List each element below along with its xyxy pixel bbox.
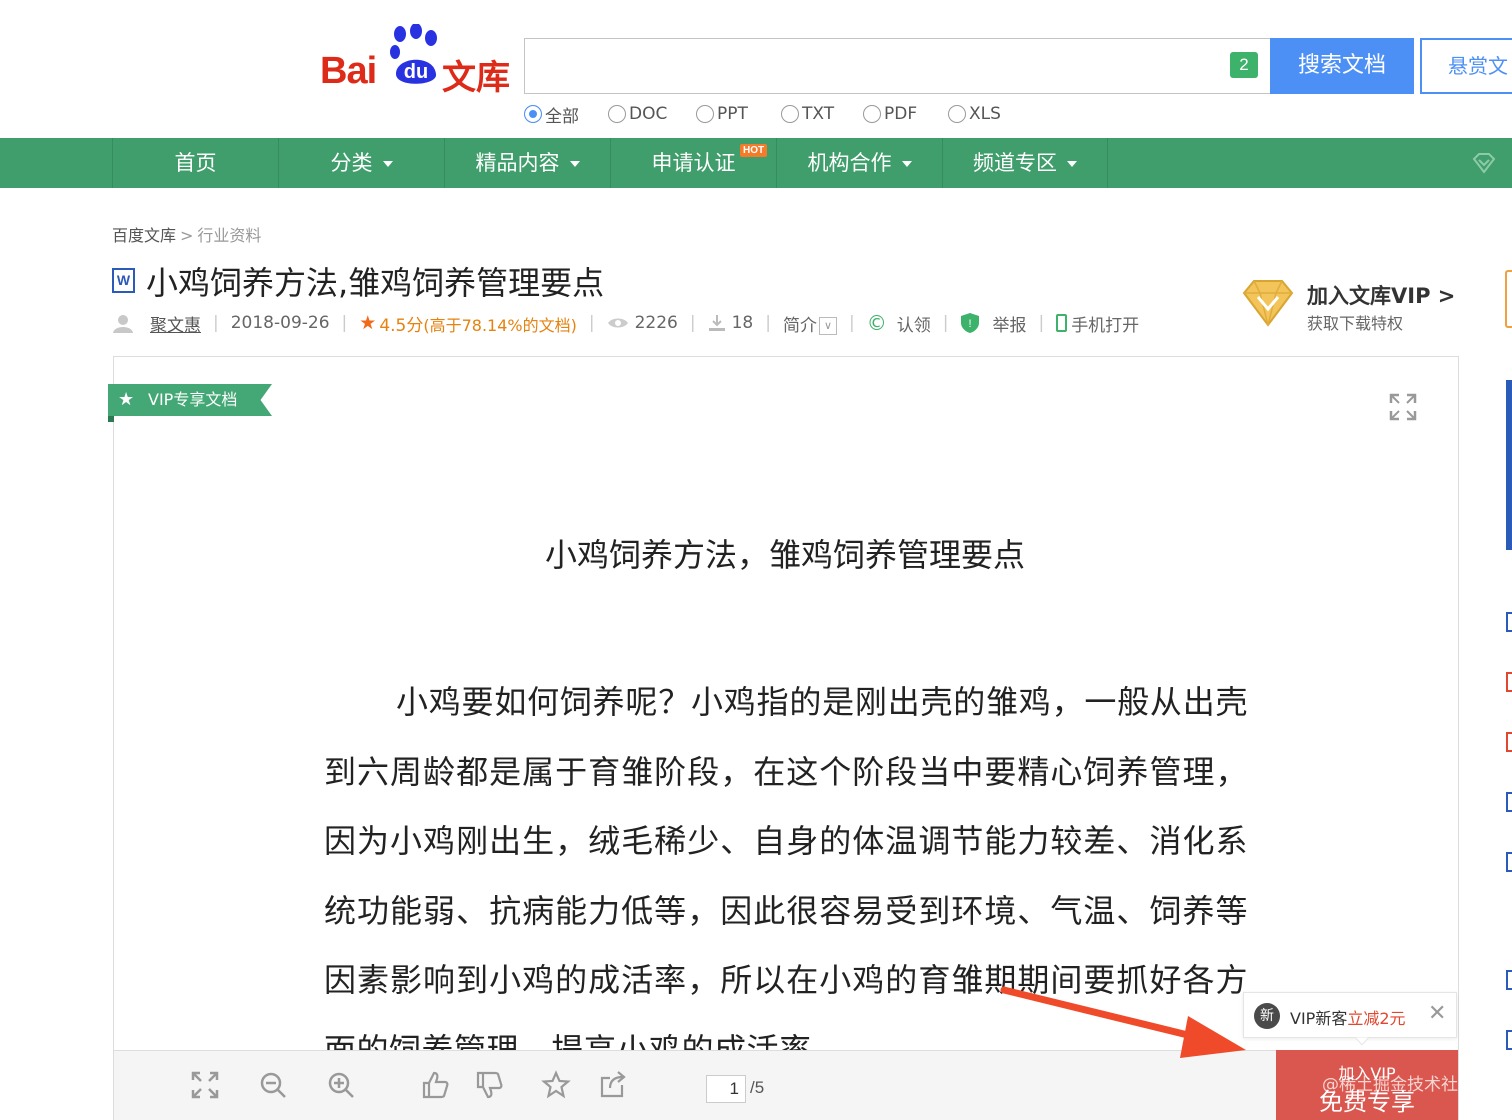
new-badge: 新 xyxy=(1254,1003,1280,1029)
radio-icon xyxy=(696,105,714,123)
doc-icon[interactable] xyxy=(1506,612,1512,632)
radio-icon xyxy=(524,105,542,123)
filter-txt[interactable]: TXT xyxy=(781,103,834,125)
page-number-input[interactable]: 1 xyxy=(706,1075,746,1103)
filter-pdf[interactable]: PDF xyxy=(863,103,917,125)
watermark: @稀土掘金技术社区 xyxy=(1322,1075,1475,1095)
claim-link[interactable]: 认领 xyxy=(897,311,931,336)
thumbs-up-icon[interactable] xyxy=(420,1070,450,1100)
search-input[interactable] xyxy=(535,49,1225,83)
zoom-in-icon[interactable] xyxy=(326,1070,356,1100)
search-button[interactable]: 搜索文档 xyxy=(1270,38,1414,94)
pdf-icon[interactable] xyxy=(1506,732,1512,752)
word-icon[interactable] xyxy=(1506,970,1512,990)
word-icon[interactable] xyxy=(1506,852,1512,872)
paw-icon: du xyxy=(390,24,437,84)
edge-panel-tab[interactable] xyxy=(1505,270,1512,328)
svg-text:!: ! xyxy=(969,318,972,330)
close-icon[interactable]: ✕ xyxy=(1428,1001,1446,1026)
view-count: 2226 xyxy=(634,313,678,333)
user-icon xyxy=(113,315,133,333)
filter-all[interactable]: 全部 xyxy=(524,103,579,127)
expand-icon[interactable] xyxy=(190,1070,220,1100)
logo-bai-text: Bai xyxy=(320,50,377,92)
page-heading: 小鸡饲养方法，雏鸡饲养管理要点 xyxy=(544,536,1025,574)
report-link[interactable]: 举报 xyxy=(992,311,1026,336)
nav-home[interactable]: 首页 xyxy=(112,138,278,188)
star-icon: ★ xyxy=(118,389,135,410)
vip-subtitle: 获取下载特权 xyxy=(1307,314,1404,333)
upload-date: 2018-09-26 xyxy=(230,313,330,333)
share-icon[interactable] xyxy=(598,1070,628,1100)
chevron-down-icon: ∨ xyxy=(818,316,837,335)
caret-down-icon xyxy=(382,161,393,167)
doc-meta: 聚文惠 | 2018-09-26 | ★ 4.5分(高于78.14%的文档) |… xyxy=(112,310,1139,336)
vip-gem-icon[interactable] xyxy=(1240,275,1296,331)
word-icon[interactable] xyxy=(1506,1030,1512,1050)
pdf-icon[interactable] xyxy=(1506,672,1512,692)
nav-partner[interactable]: 机构合作 xyxy=(776,138,942,188)
nav-category[interactable]: 分类 xyxy=(278,138,444,188)
fullscreen-icon[interactable] xyxy=(1388,392,1418,422)
word-icon[interactable] xyxy=(1506,792,1512,812)
radio-icon xyxy=(863,105,881,123)
rating: 4.5分(高于78.14%的文档) xyxy=(379,315,577,336)
join-vip-link[interactable]: 加入文库VIP > xyxy=(1307,280,1455,310)
search-box[interactable] xyxy=(524,38,1270,94)
nav-premium[interactable]: 精品内容 xyxy=(444,138,610,188)
caret-down-icon xyxy=(1067,161,1077,167)
breadcrumb-current[interactable]: 行业资料 xyxy=(197,226,261,245)
star-outline-icon[interactable] xyxy=(541,1070,571,1100)
new-customer-coupon[interactable]: 新 VIP新客立减2元 ✕ xyxy=(1243,992,1457,1038)
zoom-out-icon[interactable] xyxy=(258,1070,288,1100)
shield-icon: ! xyxy=(961,313,980,333)
author-link[interactable]: 聚文惠 xyxy=(150,311,201,336)
breadcrumb: 百度文库 > 行业资料 xyxy=(112,222,261,246)
star-icon: ★ xyxy=(359,312,377,334)
annotation-arrow xyxy=(1000,986,1246,1058)
page-total: /5 xyxy=(750,1078,765,1097)
hot-badge: HOT xyxy=(740,144,768,157)
phone-icon xyxy=(1056,314,1068,332)
logo-wenku-text: 文库 xyxy=(442,58,510,98)
filter-ppt[interactable]: PPT xyxy=(696,103,748,125)
mobile-open-link[interactable]: 手机打开 xyxy=(1071,311,1139,336)
intro-toggle[interactable]: 简介 ∨ xyxy=(783,311,837,336)
baidu-wenku-logo[interactable]: Bai du 文库 xyxy=(320,24,512,98)
radio-icon xyxy=(948,105,966,123)
thumbs-down-icon[interactable] xyxy=(474,1070,504,1100)
chevron-right-icon: > xyxy=(180,226,194,245)
radio-icon xyxy=(781,105,799,123)
ribbon-fold xyxy=(108,416,114,422)
caret-down-icon xyxy=(901,161,912,167)
vip-exclusive-ribbon: ★ VIP专享文档 xyxy=(108,384,272,416)
download-icon xyxy=(708,315,725,331)
breadcrumb-root[interactable]: 百度文库 xyxy=(112,226,176,245)
filter-xls[interactable]: XLS xyxy=(948,103,1001,125)
page-title: 小鸡饲养方法,雏鸡饲养管理要点 xyxy=(146,264,605,302)
edge-ad-banner[interactable] xyxy=(1506,380,1512,550)
tooltip-pointer xyxy=(1355,1037,1369,1045)
download-count: 18 xyxy=(731,313,754,333)
keyboard-badge[interactable]: 2 xyxy=(1230,52,1258,78)
word-doc-icon: W xyxy=(112,268,135,293)
nav-channels[interactable]: 频道专区 xyxy=(942,138,1108,188)
caret-down-icon xyxy=(569,161,580,167)
radio-icon xyxy=(608,105,626,123)
viewer-toolbar xyxy=(114,1050,1458,1120)
reward-button[interactable]: 悬赏文 xyxy=(1420,38,1512,94)
filter-doc[interactable]: DOC xyxy=(608,103,667,125)
copyright-icon: © xyxy=(866,311,887,335)
diamond-icon[interactable] xyxy=(1472,152,1496,174)
logo-du-text: du xyxy=(404,61,428,83)
eye-icon xyxy=(607,318,628,328)
